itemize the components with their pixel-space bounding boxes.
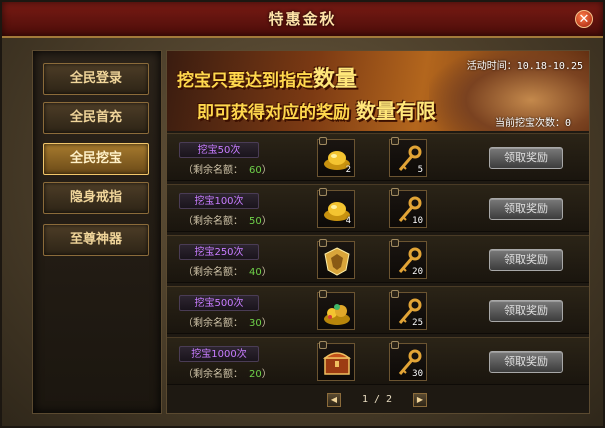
event-window: 特惠金秋 ✕ 全民登录 全民首充 全民挖宝 隐身戒指 至尊神器 挖宝只要达到指定… <box>0 0 605 428</box>
reward-item-slot[interactable]: 10 <box>389 188 427 228</box>
claim-reward-button[interactable]: 领取奖励 <box>489 351 563 373</box>
remaining-quota-label: （剩余名额： <box>183 165 243 176</box>
remaining-quota-suffix: ） <box>261 267 272 278</box>
claim-reward-button[interactable]: 领取奖励 <box>489 300 563 322</box>
event-banner: 挖宝只要达到指定数量 即可获得对应的奖励 数量有限 活动时间：10.18-10.… <box>167 51 589 131</box>
page-indicator: 1 / 2 <box>361 394 393 405</box>
title-bar: 特惠金秋 ✕ <box>2 2 603 38</box>
remaining-quota: （剩余名额： 50） <box>183 212 272 227</box>
remaining-quota-label: （剩余名额： <box>183 216 243 227</box>
current-dig-count: 当前挖宝次数：0 <box>494 118 571 129</box>
window-title: 特惠金秋 <box>268 10 337 28</box>
item-quantity: 5 <box>417 165 423 175</box>
pagination: ◀ 1 / 2 ▶ <box>327 393 427 409</box>
reward-tier-tag: 挖宝50次 <box>179 142 259 158</box>
reward-item-slot[interactable]: 30 <box>389 341 427 381</box>
reward-row: 挖宝50次 （剩余名额： 60） 2 5 领取奖励 <box>167 133 589 181</box>
reward-item-slot[interactable]: 5 <box>389 137 427 177</box>
reward-row: 挖宝250次 （剩余名额： 40） 20 领取奖励 <box>167 235 589 283</box>
reward-tier-tag: 挖宝100次 <box>179 193 259 209</box>
item-quantity: 25 <box>412 318 423 328</box>
item-quantity: 4 <box>345 216 351 226</box>
remaining-quota-suffix: ） <box>261 216 272 227</box>
remaining-quota-suffix: ） <box>261 369 272 380</box>
item-quantity: 30 <box>412 369 423 379</box>
item-quantity: 20 <box>412 267 423 277</box>
next-page-button[interactable]: ▶ <box>413 393 427 407</box>
remaining-quota: （剩余名额： 20） <box>183 365 272 380</box>
remaining-quota: （剩余名额： 40） <box>183 263 272 278</box>
remaining-quota-value: 50 <box>249 216 262 227</box>
remaining-quota-suffix: ） <box>261 318 272 329</box>
remaining-quota-value: 40 <box>249 267 262 278</box>
treasure-chest-icon <box>322 352 352 375</box>
banner-headline-text: 挖宝只要达到指定 <box>177 71 313 91</box>
main-content: 挖宝只要达到指定数量 即可获得对应的奖励 数量有限 活动时间：10.18-10.… <box>166 50 590 414</box>
reward-tier-tag: 挖宝500次 <box>179 295 259 311</box>
remaining-quota: （剩余名额： 60） <box>183 161 272 176</box>
sidebar-item-login[interactable]: 全民登录 <box>43 63 149 95</box>
reward-item-slot[interactable] <box>317 239 355 279</box>
remaining-quota-value: 20 <box>249 369 262 380</box>
remaining-quota-value: 30 <box>249 318 262 329</box>
remaining-quota: （剩余名额： 30） <box>183 314 272 329</box>
sidebar-item-treasure-dig[interactable]: 全民挖宝 <box>43 143 149 175</box>
sidebar-item-invisible-ring[interactable]: 隐身戒指 <box>43 182 149 214</box>
sidebar-item-first-recharge[interactable]: 全民首充 <box>43 102 149 134</box>
remaining-quota-suffix: ） <box>261 165 272 176</box>
banner-subline-emphasis: 数量有限 <box>355 99 436 123</box>
treasure-pile-icon <box>324 304 350 325</box>
claim-reward-button[interactable]: 领取奖励 <box>489 249 563 271</box>
claim-reward-button[interactable]: 领取奖励 <box>489 198 563 220</box>
reward-row: 挖宝100次 （剩余名额： 50） 4 10 领取奖励 <box>167 184 589 232</box>
reward-tier-tag: 挖宝250次 <box>179 244 259 260</box>
prev-page-button[interactable]: ◀ <box>327 393 341 407</box>
reward-item-slot[interactable]: 2 <box>317 137 355 177</box>
banner-headline: 挖宝只要达到指定数量 <box>177 61 357 93</box>
close-button[interactable]: ✕ <box>575 10 593 28</box>
reward-item-slot[interactable]: 20 <box>389 239 427 279</box>
remaining-quota-label: （剩余名额： <box>183 318 243 329</box>
banner-subline-text: 即可获得对应的奖励 <box>197 103 350 123</box>
remaining-quota-label: （剩余名额： <box>183 369 243 380</box>
reward-item-slot[interactable]: 25 <box>389 290 427 330</box>
activity-time: 活动时间：10.18-10.25 <box>466 61 583 72</box>
reward-item-slot[interactable] <box>317 341 355 381</box>
claim-reward-button[interactable]: 领取奖励 <box>489 147 563 169</box>
banner-subline: 即可获得对应的奖励 数量有限 <box>197 95 436 124</box>
reward-row: 挖宝1000次 （剩余名额： 20） 30 领取奖励 <box>167 337 589 385</box>
remaining-quota-label: （剩余名额： <box>183 267 243 278</box>
remaining-quota-value: 60 <box>249 165 262 176</box>
reward-tier-tag: 挖宝1000次 <box>179 346 259 362</box>
sidebar: 全民登录 全民首充 全民挖宝 隐身戒指 至尊神器 <box>32 50 162 414</box>
reward-row: 挖宝500次 （剩余名额： 30） 25 领取奖励 <box>167 286 589 334</box>
gold-shield-icon <box>324 247 350 276</box>
reward-item-slot[interactable] <box>317 290 355 330</box>
item-quantity: 10 <box>412 216 423 226</box>
banner-headline-emphasis: 数量 <box>313 67 358 92</box>
item-quantity: 2 <box>345 165 351 175</box>
reward-item-slot[interactable]: 4 <box>317 188 355 228</box>
sidebar-item-supreme-artifact[interactable]: 至尊神器 <box>43 224 149 256</box>
